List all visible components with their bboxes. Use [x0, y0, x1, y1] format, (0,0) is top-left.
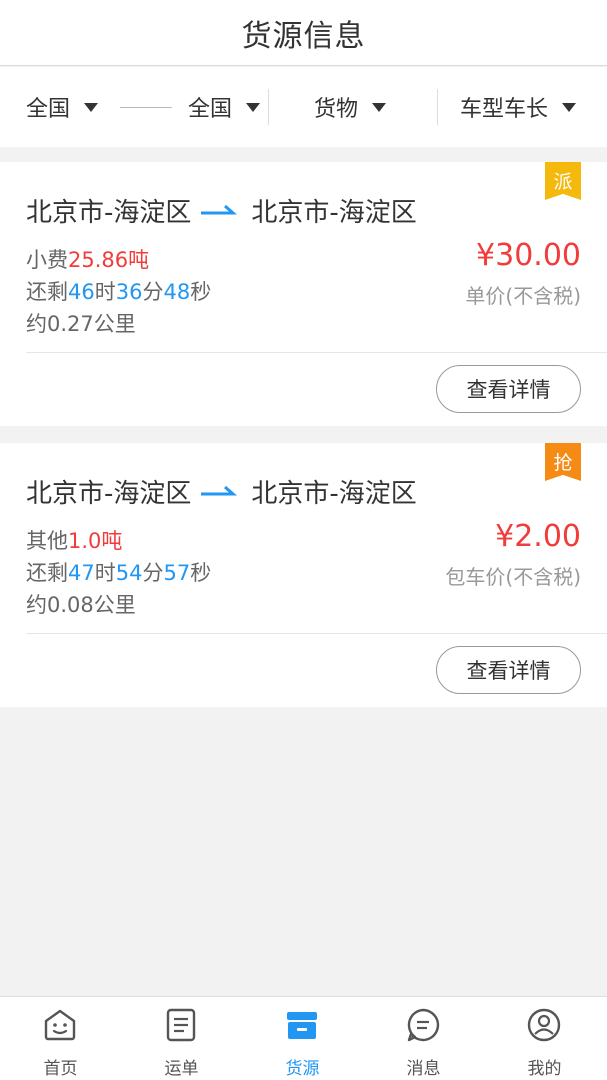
cargo-box-icon — [287, 1012, 317, 1039]
hours-unit: 时 — [94, 280, 116, 304]
remaining-minutes: 36 — [115, 280, 143, 304]
tab-cargo[interactable]: 货源 — [242, 997, 363, 1080]
filter-divider — [268, 89, 269, 125]
caret-down-icon — [372, 102, 387, 112]
origin-filter[interactable]: 全国 — [26, 67, 99, 147]
tag-label: 派 — [553, 171, 573, 193]
seconds-unit: 秒 — [190, 280, 212, 304]
cargo-card[interactable]: 派 北京市-海淀区 北京市-海淀区 小费25.86吨 还剩46时36分48秒 约… — [0, 162, 607, 426]
distance: 约0.08公里 — [26, 593, 136, 617]
tab-label: 我的 — [527, 1059, 562, 1079]
view-details-button[interactable]: 查看详情 — [436, 646, 581, 694]
view-details-button[interactable]: 查看详情 — [436, 365, 581, 413]
origin-filter-label: 全国 — [26, 97, 71, 122]
goods-weight: 1.0吨 — [68, 529, 123, 553]
remaining-label: 还剩 — [26, 561, 68, 585]
page-title: 货源信息 — [241, 18, 366, 54]
tab-label: 首页 — [43, 1059, 78, 1079]
goods-weight: 25.86吨 — [68, 248, 150, 272]
dispatch-tag-badge: 派 — [545, 162, 581, 200]
goods-info: 小费25.86吨 — [26, 244, 149, 274]
route-arrow-icon — [195, 199, 247, 223]
price-note: 包车价(不含税) — [445, 565, 581, 589]
goods-filter[interactable]: 货物 — [314, 67, 387, 147]
truck-filter[interactable]: 车型车长 — [460, 67, 577, 147]
route: 北京市-海淀区 北京市-海淀区 — [26, 473, 417, 510]
tab-label: 消息 — [406, 1059, 441, 1079]
goods-name: 小费 — [26, 248, 68, 272]
goods-filter-label: 货物 — [314, 97, 359, 122]
tab-profile[interactable]: 我的 — [484, 997, 605, 1080]
route-origin: 北京市-海淀区 — [26, 198, 192, 228]
price: ¥2.00 — [495, 519, 581, 554]
tab-home[interactable]: 首页 — [0, 997, 121, 1080]
truck-filter-label: 车型车长 — [460, 97, 549, 122]
remaining-hours: 46 — [68, 280, 95, 304]
route-arrow-icon — [195, 480, 247, 504]
waybill-list-icon — [166, 1008, 196, 1042]
destination-filter[interactable]: 全国 — [188, 67, 261, 147]
remaining-hours: 47 — [68, 561, 95, 585]
header-bar: 货源信息 — [0, 0, 607, 66]
cargo-card[interactable]: 抢 北京市-海淀区 北京市-海淀区 其他1.0吨 还剩47时54分57秒 约0.… — [0, 443, 607, 707]
caret-down-icon — [562, 102, 577, 112]
remaining-time: 还剩47时54分57秒 — [26, 557, 211, 587]
route: 北京市-海淀区 北京市-海淀区 — [26, 192, 417, 229]
home-face-icon — [44, 1009, 76, 1041]
minutes-unit: 分 — [142, 280, 164, 304]
grab-tag-badge: 抢 — [545, 443, 581, 481]
price: ¥30.00 — [476, 238, 581, 273]
price-note: 单价(不含税) — [465, 284, 581, 308]
seconds-unit: 秒 — [190, 561, 212, 585]
distance: 约0.27公里 — [26, 312, 136, 336]
route-range-divider — [120, 107, 172, 108]
remaining-label: 还剩 — [26, 280, 68, 304]
filter-bar: 全国 全国 货物 车型车长 — [0, 67, 607, 147]
route-origin: 北京市-海淀区 — [26, 479, 192, 509]
tag-label: 抢 — [553, 452, 573, 474]
filter-divider — [437, 89, 438, 125]
remaining-minutes: 54 — [115, 561, 143, 585]
tab-label: 货源 — [285, 1059, 320, 1079]
tab-messages[interactable]: 消息 — [363, 997, 484, 1080]
message-bubble-icon — [407, 1008, 440, 1042]
tab-label: 运单 — [164, 1059, 199, 1079]
remaining-seconds: 48 — [163, 280, 191, 304]
caret-down-icon — [246, 102, 261, 112]
goods-name: 其他 — [26, 529, 68, 553]
goods-info: 其他1.0吨 — [26, 525, 122, 555]
remaining-time: 还剩46时36分48秒 — [26, 276, 211, 306]
destination-filter-label: 全国 — [188, 97, 233, 122]
bottom-tab-bar: 首页 运单 货源 消息 我的 — [0, 996, 607, 1080]
card-divider — [26, 633, 607, 634]
hours-unit: 时 — [94, 561, 116, 585]
route-destination: 北京市-海淀区 — [251, 198, 417, 228]
caret-down-icon — [84, 102, 99, 112]
route-destination: 北京市-海淀区 — [251, 479, 417, 509]
minutes-unit: 分 — [142, 561, 164, 585]
tab-waybill[interactable]: 运单 — [121, 997, 242, 1080]
card-divider — [26, 352, 607, 353]
remaining-seconds: 57 — [163, 561, 191, 585]
user-profile-icon — [527, 1008, 561, 1042]
